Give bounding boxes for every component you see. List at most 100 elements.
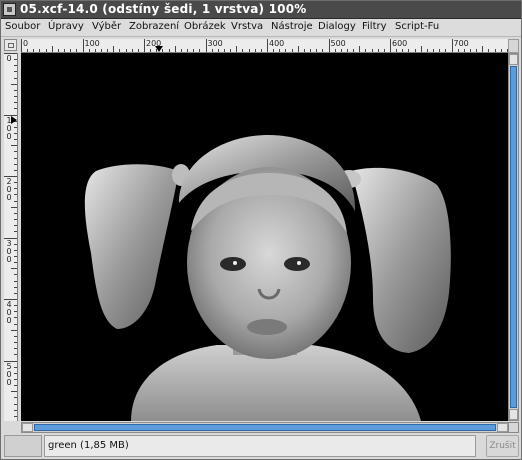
menu-vrstva[interactable]: Vrstva	[231, 21, 263, 32]
ruler-tick	[469, 49, 471, 52]
vertical-ruler[interactable]: 0100200300400500	[4, 53, 18, 421]
scroll-down-arrow-icon[interactable]	[509, 409, 518, 420]
ruler-tick	[14, 108, 17, 110]
horizontal-scroll-thumb[interactable]	[34, 424, 496, 431]
scroll-right-arrow-icon[interactable]	[497, 423, 508, 432]
quick-mask-toggle[interactable]	[508, 39, 519, 53]
ruler-tick	[11, 145, 17, 147]
navigate-icon[interactable]	[508, 422, 519, 433]
menu-dialogy[interactable]: Dialogy	[318, 21, 356, 32]
ruler-tick	[33, 49, 35, 52]
ruler-tick	[14, 354, 17, 356]
ruler-tick	[14, 249, 17, 251]
image-canvas[interactable]	[21, 53, 509, 421]
ruler-tick	[150, 49, 152, 52]
menu-obrazek[interactable]: Obrázek	[184, 21, 226, 32]
ruler-tick	[14, 163, 17, 165]
ruler-tick	[14, 96, 17, 98]
scroll-up-arrow-icon[interactable]	[509, 54, 518, 65]
ruler-tick	[14, 65, 17, 67]
ruler-tick	[273, 49, 275, 52]
ruler-tick	[353, 49, 355, 52]
ruler-tick	[14, 212, 17, 214]
ruler-tick	[14, 132, 17, 134]
menu-script-fu[interactable]: Script-Fu	[395, 21, 439, 32]
ruler-tick	[39, 49, 41, 52]
ruler-tick	[488, 49, 490, 52]
status-bar: green (1,85 MB)	[44, 435, 476, 457]
ruler-tick	[14, 305, 17, 307]
horizontal-ruler[interactable]: 0 100 200 300 400 500 600 700	[21, 39, 509, 53]
ruler-tick	[426, 49, 428, 52]
ruler-tick	[137, 49, 139, 52]
ruler-tick	[463, 49, 465, 52]
ruler-tick	[377, 49, 379, 52]
ruler-tick	[14, 219, 17, 221]
ruler-tick	[254, 49, 256, 52]
ruler-tick	[390, 39, 391, 52]
title-bar[interactable]: 05.xcf-14.0 (odstíny šedi, 1 vrstva) 100…	[1, 1, 521, 19]
ruler-tick	[211, 49, 213, 52]
ruler-tick	[14, 243, 17, 245]
ruler-tick	[14, 200, 17, 202]
ruler-tick	[383, 49, 385, 52]
menu-arrow-icon[interactable]	[4, 39, 17, 51]
ruler-tick	[482, 46, 484, 52]
ruler-tick	[14, 274, 17, 276]
ruler-tick	[199, 49, 201, 52]
ruler-tick	[94, 49, 96, 52]
ruler-tick	[82, 39, 84, 52]
vertical-scrollbar[interactable]	[508, 53, 519, 421]
ruler-tick	[11, 206, 17, 208]
ruler-tick	[420, 46, 422, 52]
ruler-tick	[107, 49, 109, 52]
ruler-tick	[45, 49, 47, 52]
ruler-tick	[371, 49, 373, 52]
vertical-scroll-thumb[interactable]	[510, 66, 517, 408]
menu-filtry[interactable]: Filtry	[362, 21, 387, 32]
ruler-tick	[14, 409, 17, 411]
right-eye-highlight	[297, 261, 301, 265]
ruler-tick	[180, 49, 182, 52]
horizontal-scrollbar[interactable]	[21, 422, 509, 433]
ruler-tick	[14, 372, 17, 374]
ruler-tick	[14, 292, 17, 294]
ruler-tick	[14, 89, 17, 91]
menu-zobrazeni[interactable]: Zobrazení	[129, 21, 179, 32]
ruler-tick	[445, 49, 447, 52]
ruler-tick	[500, 49, 502, 52]
ruler-tick	[14, 255, 17, 257]
ruler-tick	[131, 49, 133, 52]
menu-soubor[interactable]: Soubor	[5, 21, 40, 32]
ruler-tick	[14, 403, 17, 405]
right-eye	[284, 257, 310, 271]
ruler-label: 0	[6, 54, 12, 63]
ruler-tick	[365, 49, 367, 52]
ruler-tick	[14, 182, 17, 184]
ruler-tick	[57, 49, 59, 52]
image-window: 05.xcf-14.0 (odstíny šedi, 1 vrstva) 100…	[0, 0, 522, 460]
menu-nastroje[interactable]: Nástroje	[271, 21, 313, 32]
ruler-label: 100	[84, 39, 100, 48]
unit-selector[interactable]	[4, 435, 42, 457]
scroll-left-arrow-icon[interactable]	[22, 423, 33, 432]
ruler-tick	[11, 391, 17, 393]
ruler-tick	[414, 49, 416, 52]
ruler-tick	[14, 225, 17, 227]
ruler-tick	[433, 49, 435, 52]
gimp-window-icon[interactable]	[3, 3, 16, 16]
menu-upravy[interactable]: Úpravy	[48, 21, 84, 32]
ruler-tick	[267, 39, 268, 52]
ruler-tick	[14, 348, 17, 350]
ruler-tick	[14, 311, 17, 313]
ruler-tick	[402, 49, 404, 52]
cancel-button[interactable]: Zrušit	[486, 435, 519, 457]
menu-bar: Soubor Úpravy Výběr Zobrazení Obrázek Vrstva N…	[1, 19, 521, 37]
ruler-tick	[14, 262, 17, 264]
ruler-tick	[260, 49, 262, 52]
ruler-tick	[14, 378, 17, 380]
ruler-tick	[439, 49, 441, 52]
ruler-label: 500	[6, 361, 12, 387]
menu-vyber[interactable]: Výběr	[92, 21, 121, 32]
ruler-tick	[14, 157, 17, 159]
